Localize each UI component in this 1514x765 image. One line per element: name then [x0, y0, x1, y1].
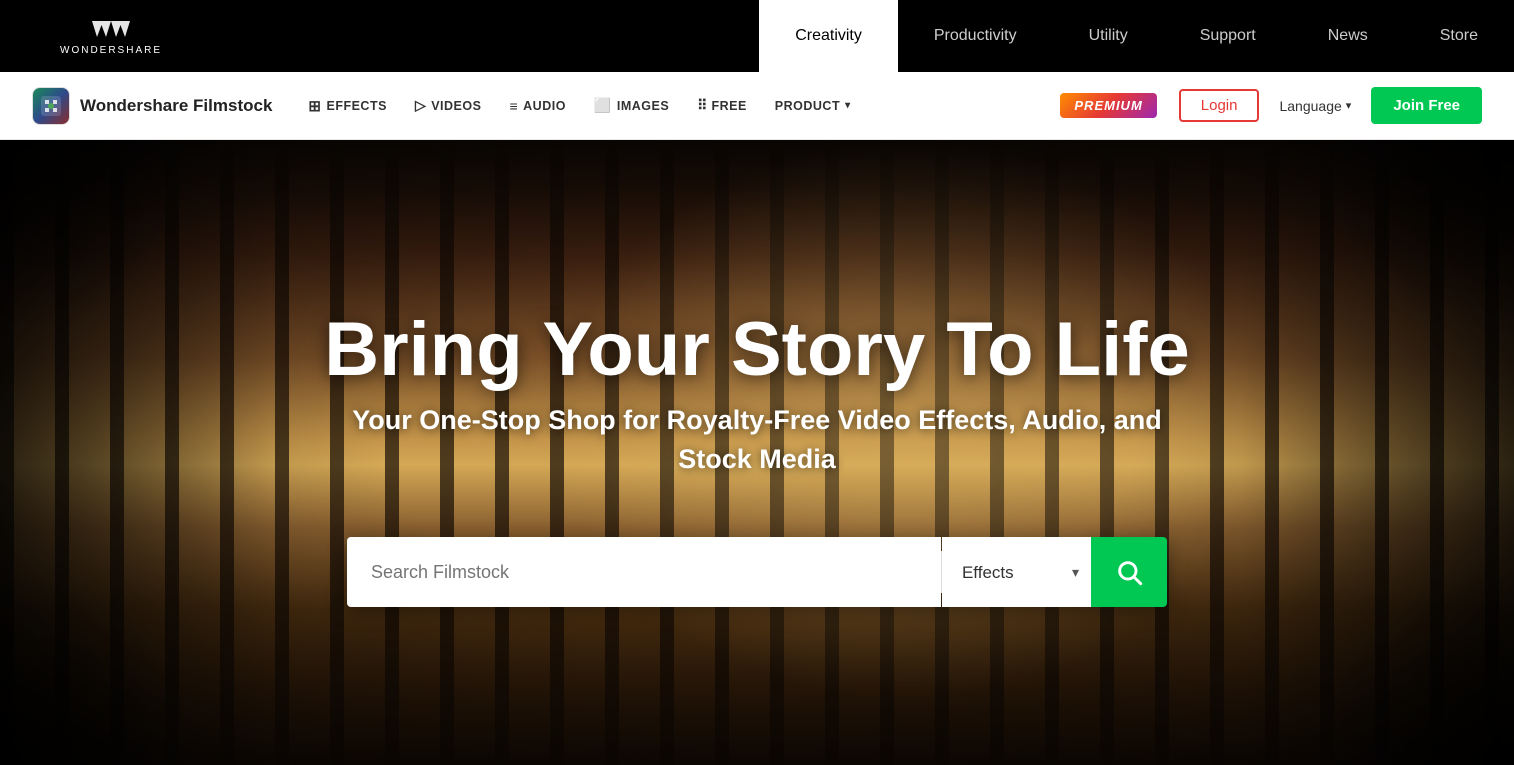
- filmstock-icon: [32, 87, 70, 125]
- search-input[interactable]: [371, 562, 917, 583]
- search-icon: [1115, 558, 1143, 586]
- effects-icon: ⊞: [308, 97, 321, 115]
- top-nav-productivity[interactable]: Productivity: [898, 0, 1053, 72]
- hero-title: Bring Your Story To Life: [324, 308, 1190, 392]
- filmstock-brand[interactable]: Wondershare Filmstock: [32, 87, 272, 125]
- dots-icon: ⠿: [697, 97, 706, 114]
- language-label: Language: [1279, 98, 1341, 114]
- search-bar: Effects Videos Audio Images ▾: [347, 537, 1167, 607]
- nav-free[interactable]: ⠿ FREE: [685, 72, 759, 139]
- hero-section: Bring Your Story To Life Your One-Stop S…: [0, 140, 1514, 765]
- top-nav-news[interactable]: News: [1292, 0, 1404, 72]
- nav-product[interactable]: PRODUCT ▾: [763, 72, 863, 139]
- join-free-button[interactable]: Join Free: [1371, 87, 1482, 124]
- top-nav-utility[interactable]: Utility: [1053, 0, 1164, 72]
- wondershare-logo-icon: [92, 17, 130, 43]
- top-nav-creativity[interactable]: Creativity: [759, 0, 898, 72]
- search-category-wrapper: Effects Videos Audio Images ▾: [942, 537, 1091, 607]
- second-nav: Wondershare Filmstock ⊞ EFFECTS ▷ VIDEOS…: [0, 72, 1514, 140]
- language-selector[interactable]: Language ▾: [1271, 98, 1359, 114]
- top-nav: wondershare Creativity Productivity Util…: [0, 0, 1514, 72]
- top-nav-support[interactable]: Support: [1164, 0, 1292, 72]
- play-icon: ▷: [415, 97, 426, 114]
- image-icon: ⬜: [594, 97, 612, 114]
- audio-icon: ≡: [509, 98, 518, 114]
- nav-effects[interactable]: ⊞ EFFECTS: [296, 72, 399, 139]
- product-dropdown-arrow-icon: ▾: [845, 100, 851, 111]
- search-button[interactable]: [1091, 537, 1167, 607]
- language-dropdown-icon: ▾: [1346, 99, 1352, 112]
- wondershare-logo-text: wondershare: [60, 45, 162, 56]
- premium-badge[interactable]: PREMIUM: [1060, 93, 1156, 118]
- category-dropdown-icon: ▾: [1072, 564, 1079, 581]
- top-nav-store[interactable]: Store: [1404, 0, 1514, 72]
- hero-content: Bring Your Story To Life Your One-Stop S…: [0, 140, 1514, 765]
- search-category-select[interactable]: Effects Videos Audio Images: [942, 563, 1072, 582]
- wondershare-logo[interactable]: wondershare: [60, 17, 162, 56]
- nav-videos[interactable]: ▷ VIDEOS: [403, 72, 494, 139]
- login-button[interactable]: Login: [1179, 89, 1260, 122]
- filmstock-brand-name: Wondershare Filmstock: [80, 96, 272, 116]
- nav-images[interactable]: ⬜ IMAGES: [582, 72, 681, 139]
- nav-audio[interactable]: ≡ AUDIO: [497, 72, 577, 139]
- hero-subtitle: Your One-Stop Shop for Royalty-Free Vide…: [347, 401, 1167, 479]
- top-nav-links: Creativity Productivity Utility Support …: [759, 0, 1514, 72]
- search-input-wrapper: [347, 537, 941, 607]
